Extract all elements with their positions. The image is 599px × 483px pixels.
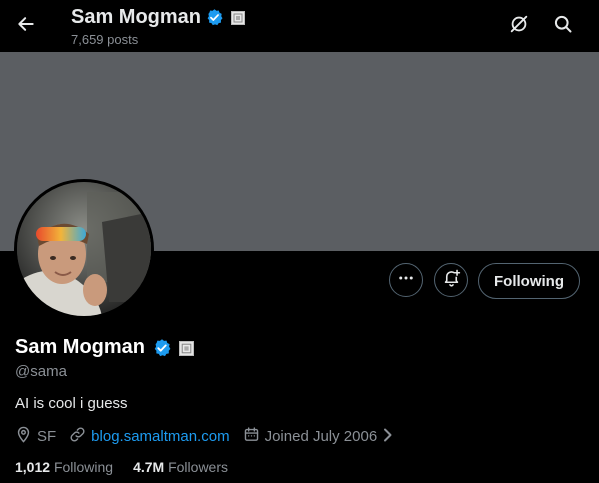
following-stat[interactable]: 1,012 Following xyxy=(15,459,113,475)
back-arrow-icon[interactable] xyxy=(12,10,40,38)
profile-badges xyxy=(152,338,194,363)
website[interactable]: blog.samaltman.com xyxy=(69,426,230,447)
header-badges xyxy=(205,8,245,32)
header-name: Sam Mogman xyxy=(71,6,202,28)
following-count: 1,012 xyxy=(15,459,51,475)
affiliate-badge-icon[interactable] xyxy=(231,10,245,30)
website-link[interactable]: blog.samaltman.com xyxy=(91,428,229,445)
location: SF xyxy=(15,426,56,447)
following-button[interactable]: Following xyxy=(478,263,580,299)
verified-badge-icon[interactable] xyxy=(205,8,224,32)
profile-meta: SF blog.samaltman.com Joined July 2006 xyxy=(15,426,407,447)
followers-stat[interactable]: 4.7M Followers xyxy=(133,459,228,475)
followers-count: 4.7M xyxy=(133,459,165,475)
notification-subscribe-icon xyxy=(442,268,461,292)
chevron-right-icon xyxy=(382,428,394,446)
header-post-count: 7,659 posts xyxy=(71,32,139,47)
location-pin-icon xyxy=(15,426,32,447)
creator-icon[interactable] xyxy=(506,11,532,37)
search-icon[interactable] xyxy=(550,11,576,37)
top-bar: Sam Mogman 7,659 posts xyxy=(0,0,599,52)
joined-text: Joined July 2006 xyxy=(264,428,378,445)
avatar[interactable] xyxy=(14,179,154,319)
more-button[interactable] xyxy=(389,263,423,297)
following-label: Following xyxy=(53,459,114,475)
profile-stats: 1,012 Following 4.7M Followers xyxy=(15,459,248,475)
joined-date[interactable]: Joined July 2006 xyxy=(243,426,395,447)
profile-handle: @sama xyxy=(15,363,67,380)
profile-name: Sam Mogman xyxy=(15,336,146,358)
verified-badge-icon[interactable] xyxy=(152,338,172,363)
profile-bio: AI is cool i guess xyxy=(15,395,128,412)
followers-label: Followers xyxy=(168,459,228,475)
location-text: SF xyxy=(37,428,57,445)
notification-subscribe-button[interactable] xyxy=(434,263,468,297)
link-icon xyxy=(69,426,86,447)
more-icon xyxy=(397,269,415,292)
affiliate-badge-icon[interactable] xyxy=(179,340,194,361)
calendar-icon xyxy=(243,426,260,447)
